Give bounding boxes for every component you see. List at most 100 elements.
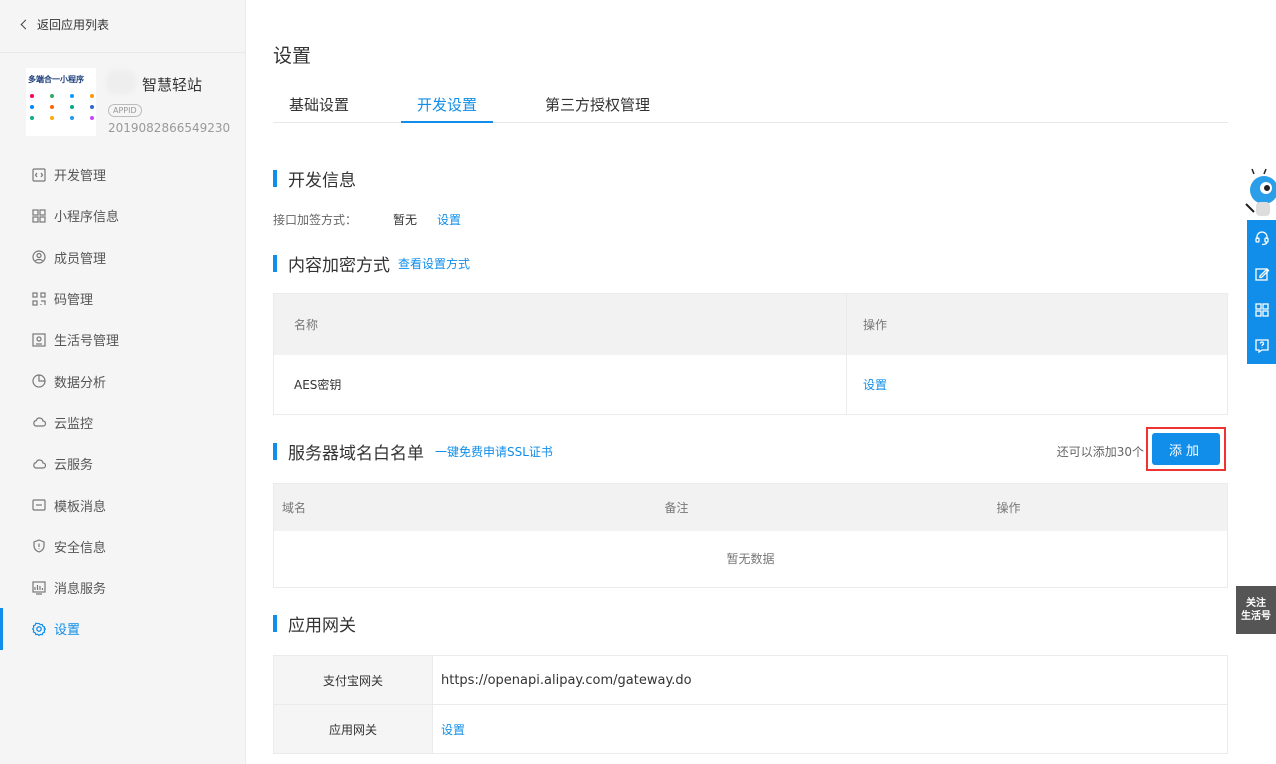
section-dev-info: 开发信息 bbox=[273, 166, 356, 191]
sidebar-item-message-service[interactable]: 消息服务 bbox=[0, 567, 246, 608]
sidebar-item-data-analysis[interactable]: 数据分析 bbox=[0, 360, 246, 401]
table-header-row: 名称 操作 bbox=[273, 293, 1228, 355]
app-gateway-set-link[interactable]: 设置 bbox=[441, 723, 465, 737]
sidebar-nav: 开发管理 小程序信息 成员管理 码管理 生活号管理 数据分析 云监控 云服务 模… bbox=[0, 154, 246, 650]
aes-key-name: AES密钥 bbox=[273, 354, 847, 415]
sidebar-item-label: 消息服务 bbox=[54, 582, 107, 598]
table-empty-row: 暂无数据 bbox=[274, 531, 1228, 588]
code-icon bbox=[32, 168, 46, 182]
aes-key-set-link[interactable]: 设置 bbox=[863, 378, 887, 392]
highlight-box: 添加 bbox=[1146, 427, 1226, 471]
appid-value: 2019082866549230 bbox=[108, 121, 231, 135]
section-title: 服务器域名白名单 bbox=[288, 444, 424, 464]
customer-service-icon[interactable] bbox=[1247, 220, 1276, 256]
add-domain-button[interactable]: 添加 bbox=[1152, 433, 1220, 465]
sidebar-item-label: 模板消息 bbox=[54, 499, 107, 515]
table-row: 支付宝网关 https://openapi.alipay.com/gateway… bbox=[273, 655, 1228, 705]
encryption-table: 名称 操作 AES密钥 设置 bbox=[273, 293, 1228, 415]
help-icon[interactable] bbox=[1247, 328, 1276, 364]
sidebar-item-label: 成员管理 bbox=[54, 251, 107, 267]
section-bar bbox=[273, 170, 277, 187]
tab-bar: 基础设置 开发设置 第三方授权管理 bbox=[273, 84, 1228, 123]
sidebar-item-security-info[interactable]: 安全信息 bbox=[0, 526, 246, 567]
feedback-edit-icon[interactable] bbox=[1247, 256, 1276, 292]
sidebar-item-label: 云监控 bbox=[54, 416, 94, 432]
tab-dev-settings[interactable]: 开发设置 bbox=[401, 94, 494, 123]
column-header-name: 名称 bbox=[273, 293, 847, 355]
sign-method-set-link[interactable]: 设置 bbox=[437, 211, 461, 228]
message-icon bbox=[32, 498, 46, 512]
sidebar-item-label: 安全信息 bbox=[54, 540, 107, 556]
column-header-action: 操作 bbox=[988, 483, 1228, 531]
section-app-gateway: 应用网关 bbox=[273, 611, 356, 636]
monitor-icon bbox=[32, 581, 46, 595]
section-bar bbox=[273, 443, 277, 460]
sidebar-item-label: 开发管理 bbox=[54, 169, 107, 185]
app-card: 多端合一小程序 智慧轻站 APPID 2019082866549230 bbox=[26, 68, 236, 140]
sign-method-row: 接口加签方式： 暂无 设置 bbox=[273, 211, 461, 228]
view-setting-method-link[interactable]: 查看设置方式 bbox=[398, 255, 470, 272]
sidebar-item-settings[interactable]: 设置 bbox=[0, 608, 246, 650]
free-ssl-link[interactable]: 一键免费申请SSL证书 bbox=[435, 443, 553, 460]
alipay-gateway-value: https://openapi.alipay.com/gateway.do bbox=[432, 655, 1228, 705]
blurred-name-part bbox=[106, 70, 136, 94]
grid-icon bbox=[32, 209, 46, 223]
app-gateway-label: 应用网关 bbox=[273, 704, 433, 754]
main-content: 设置 基础设置 开发设置 第三方授权管理 开发信息 接口加签方式： 暂无 设置 … bbox=[273, 0, 1228, 764]
sidebar-item-label: 云服务 bbox=[54, 458, 94, 474]
sidebar-item-miniapp-info[interactable]: 小程序信息 bbox=[0, 195, 246, 236]
sidebar-item-template-message[interactable]: 模板消息 bbox=[0, 484, 246, 525]
divider bbox=[0, 52, 246, 53]
section-title: 应用网关 bbox=[288, 616, 356, 636]
sidebar-item-label: 数据分析 bbox=[54, 375, 107, 391]
section-title: 开发信息 bbox=[288, 171, 356, 191]
qrcode-icon bbox=[32, 291, 46, 306]
follow-line-2: 生活号 bbox=[1241, 611, 1271, 622]
sidebar-item-label: 设置 bbox=[54, 623, 81, 639]
column-header-domain: 域名 bbox=[273, 483, 657, 531]
sidebar-item-members[interactable]: 成员管理 bbox=[0, 237, 246, 278]
sidebar-item-life-account[interactable]: 生活号管理 bbox=[0, 319, 246, 360]
shield-icon bbox=[32, 539, 46, 553]
follow-life-account-button[interactable]: 关注 生活号 bbox=[1236, 586, 1276, 634]
pie-chart-icon bbox=[32, 374, 46, 388]
sidebar: 返回应用列表 多端合一小程序 智慧轻站 APPID 20190828665492… bbox=[0, 0, 246, 764]
sidebar-item-label: 小程序信息 bbox=[54, 210, 120, 226]
table-row: 应用网关 设置 bbox=[273, 704, 1228, 754]
section-title: 内容加密方式 bbox=[288, 256, 390, 276]
alipay-gateway-label: 支付宝网关 bbox=[273, 655, 433, 705]
column-header-action: 操作 bbox=[846, 293, 1228, 355]
table-row: AES密钥 设置 bbox=[273, 354, 1228, 415]
section-bar bbox=[273, 255, 277, 272]
mascot-icon[interactable] bbox=[1242, 168, 1276, 222]
life-icon bbox=[32, 333, 46, 347]
appid-badge: APPID bbox=[108, 104, 142, 117]
follow-line-1: 关注 bbox=[1246, 598, 1266, 609]
whitelist-table: 域名 备注 操作 暂无数据 bbox=[273, 483, 1228, 588]
tab-basic-settings[interactable]: 基础设置 bbox=[289, 94, 349, 123]
page-title: 设置 bbox=[273, 45, 312, 67]
sidebar-item-code-manage[interactable]: 码管理 bbox=[0, 278, 246, 319]
remaining-count: 还可以添加30个 bbox=[1056, 445, 1144, 459]
cloud-icon bbox=[32, 415, 46, 429]
app-logo: 多端合一小程序 bbox=[26, 68, 96, 136]
sidebar-item-dev-manage[interactable]: 开发管理 bbox=[0, 154, 246, 195]
column-header-remark: 备注 bbox=[656, 483, 989, 531]
section-domain-whitelist: 服务器域名白名单 一键免费申请SSL证书 bbox=[273, 439, 553, 464]
cloud-icon bbox=[32, 457, 46, 471]
section-encryption: 内容加密方式 查看设置方式 bbox=[273, 251, 470, 276]
chevron-left-icon bbox=[20, 19, 31, 30]
table-header-row: 域名 备注 操作 bbox=[273, 483, 1228, 531]
sidebar-item-cloud-service[interactable]: 云服务 bbox=[0, 443, 246, 484]
sidebar-item-label: 码管理 bbox=[54, 293, 94, 309]
back-label: 返回应用列表 bbox=[37, 18, 110, 32]
qrcode-icon[interactable] bbox=[1247, 292, 1276, 328]
app-logo-text: 多端合一小程序 bbox=[28, 75, 84, 84]
gear-icon bbox=[32, 622, 46, 636]
back-to-app-list[interactable]: 返回应用列表 bbox=[20, 16, 110, 33]
sign-method-value: 暂无 bbox=[393, 213, 418, 227]
sidebar-item-cloud-monitor[interactable]: 云监控 bbox=[0, 402, 246, 443]
sidebar-item-label: 生活号管理 bbox=[54, 334, 120, 350]
sign-method-label: 接口加签方式： bbox=[273, 213, 358, 227]
tab-third-party-auth[interactable]: 第三方授权管理 bbox=[545, 94, 650, 123]
